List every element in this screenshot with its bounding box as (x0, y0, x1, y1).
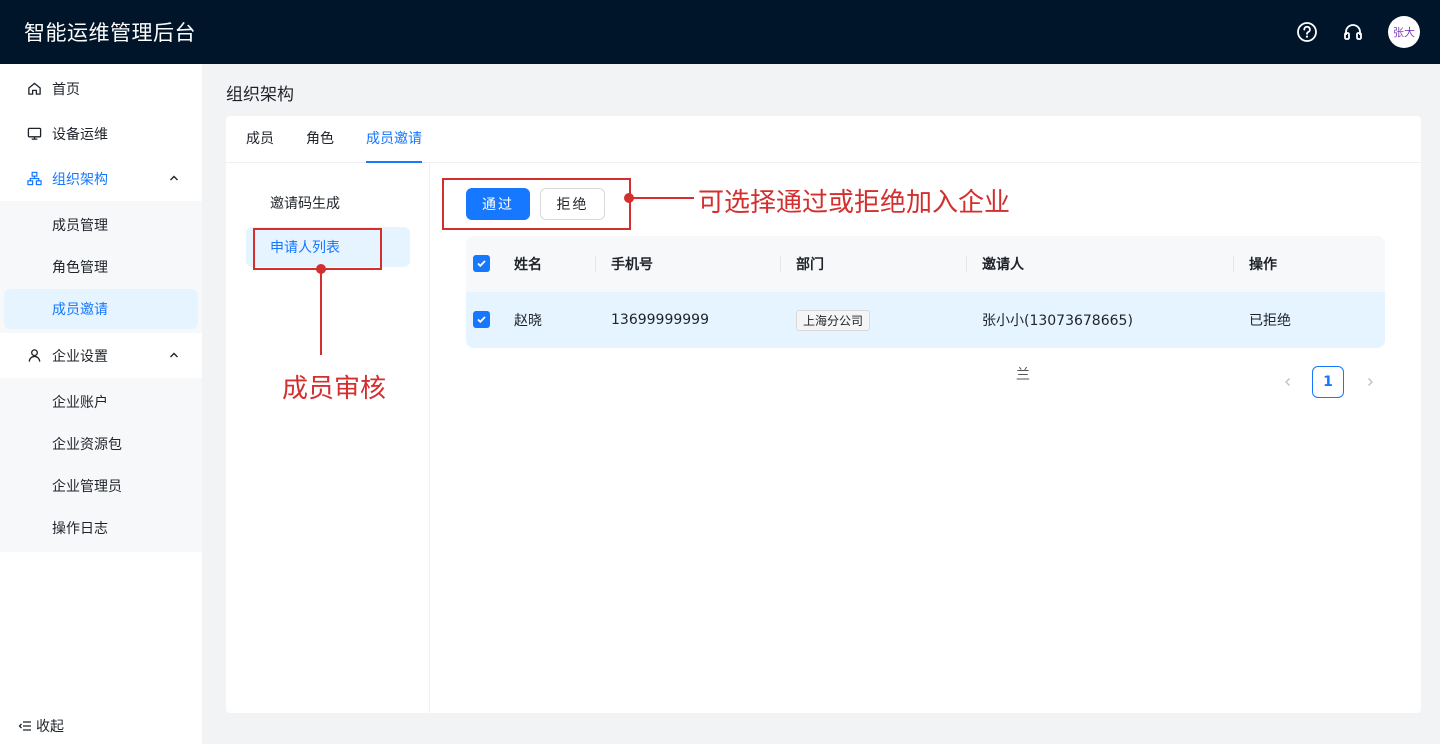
row-checkbox[interactable] (473, 311, 490, 328)
sidebar-item-label: 企业设置 (52, 348, 108, 365)
chevron-right-icon (1368, 378, 1373, 386)
column-divider (595, 256, 596, 272)
page-title: 组织架构 (226, 85, 294, 105)
cell-action-status: 已拒绝 (1249, 313, 1291, 329)
check-icon (477, 316, 486, 324)
table-row[interactable]: 赵晓 13699999999 上海分公司 张小小(13073678665) 已拒… (466, 292, 1385, 348)
sidebar-item-resource-pack[interactable]: 企业资源包 (4, 424, 198, 464)
collapse-label: 收起 (36, 719, 64, 735)
table-header: 姓名 手机号 部门 邀请人 操作 (466, 236, 1385, 292)
app-title: 智能运维管理后台 (24, 21, 196, 45)
org-tree-icon (26, 171, 42, 187)
chevron-left-icon (1285, 378, 1290, 386)
column-divider (1233, 256, 1234, 272)
chevron-up-icon (170, 175, 178, 181)
select-all-checkbox[interactable] (473, 255, 490, 272)
sidebar-item-label: 首页 (52, 81, 80, 98)
pagination-prev[interactable] (1278, 372, 1298, 392)
help-icon[interactable] (1296, 21, 1318, 43)
cell-inviter: 张小小(13073678665) (982, 313, 1133, 329)
column-divider (780, 256, 781, 272)
collapse-menu-icon (18, 721, 31, 731)
header-actions: 张大 (1296, 0, 1420, 64)
department-tag: 上海分公司 (796, 309, 871, 331)
annotation-line (630, 197, 694, 199)
sidebar-item-label: 设备运维 (52, 126, 108, 143)
tab-roles[interactable]: 角色 (306, 128, 334, 162)
cell-name: 赵晓 (514, 313, 542, 329)
sidebar-item-company-account[interactable]: 企业账户 (4, 382, 198, 422)
org-submenu: 成员管理 角色管理 成员邀请 (0, 201, 202, 333)
monitor-icon (26, 126, 42, 142)
annotation-buttons-note: 可选择通过或拒绝加入企业 (698, 188, 1011, 218)
applicant-table: 姓名 手机号 部门 邀请人 操作 赵晓 13699999999 上海分公司 张小… (466, 236, 1385, 348)
company-submenu: 企业账户 企业资源包 企业管理员 操作日志 (0, 378, 202, 552)
tab-members[interactable]: 成员 (246, 128, 274, 162)
sidebar-item-member-invite[interactable]: 成员邀请 (4, 289, 198, 329)
annotation-box-buttons (442, 178, 631, 230)
annotation-list-note: 成员审核 (282, 374, 387, 404)
sidebar-item-home[interactable]: 首页 (0, 66, 202, 111)
home-icon (26, 81, 42, 97)
column-divider (966, 256, 967, 272)
cell-department: 上海分公司 (796, 292, 871, 348)
top-header: 智能运维管理后台 张大 (0, 0, 1440, 64)
sidebar-item-device-ops[interactable]: 设备运维 (0, 111, 202, 156)
pagination-page[interactable]: 1 (1312, 366, 1344, 398)
sidebar-item-org[interactable]: 组织架构 (0, 156, 202, 201)
sidebar-item-company-settings[interactable]: 企业设置 (0, 333, 202, 378)
pagination-next[interactable] (1360, 372, 1380, 392)
cell-phone: 13699999999 (611, 312, 709, 328)
column-header-name: 姓名 (514, 257, 542, 273)
invite-code-generate[interactable]: 邀请码生成 (246, 183, 410, 223)
tab-bar: 成员 角色 成员邀请 (226, 116, 1421, 163)
column-header-phone: 手机号 (611, 257, 653, 273)
check-icon (477, 260, 486, 268)
sidebar-item-operation-log[interactable]: 操作日志 (4, 508, 198, 548)
sidebar-item-role-management[interactable]: 角色管理 (4, 247, 198, 287)
sidebar-item-member-management[interactable]: 成员管理 (4, 205, 198, 245)
stray-glyph: 兰 (1016, 367, 1030, 383)
column-header-action: 操作 (1249, 257, 1277, 273)
tab-member-invite[interactable]: 成员邀请 (366, 128, 422, 163)
column-header-inviter: 邀请人 (982, 257, 1024, 273)
headset-icon[interactable] (1342, 21, 1364, 43)
column-header-department: 部门 (796, 257, 824, 273)
sidebar-item-company-admin[interactable]: 企业管理员 (4, 466, 198, 506)
user-icon (26, 348, 42, 364)
user-avatar[interactable]: 张大 (1388, 16, 1420, 48)
chevron-up-icon (170, 352, 178, 358)
sidebar-item-label: 组织架构 (52, 171, 108, 188)
annotation-line (320, 269, 322, 355)
sidebar: 首页 设备运维 组织架构 成员管理 角色管理 成员邀请 企业设置 企业账户 企业… (0, 64, 202, 744)
collapse-button[interactable]: 收起 (18, 716, 64, 736)
